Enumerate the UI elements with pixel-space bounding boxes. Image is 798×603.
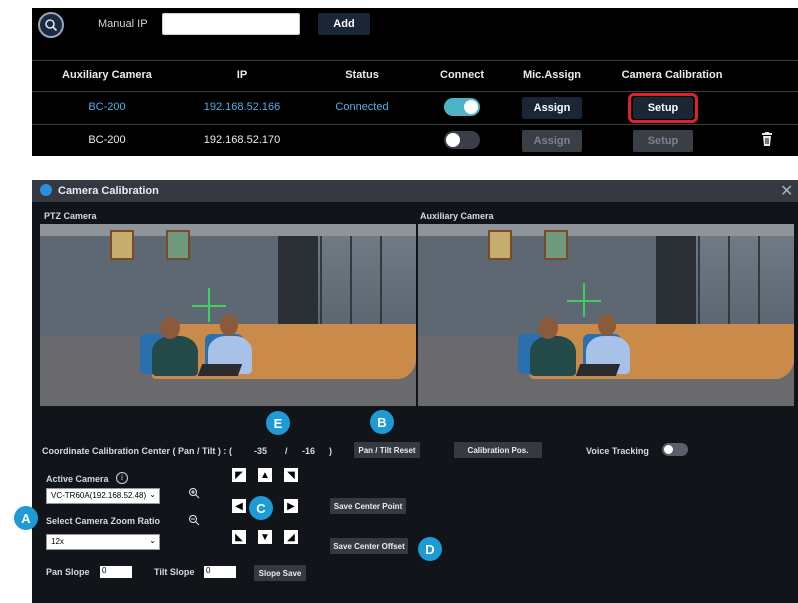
save-center-offset-button[interactable]: Save Center Offset — [330, 538, 408, 554]
zoom-out-icon[interactable] — [188, 513, 200, 531]
table-row: BC-200 192.168.52.170 Assign Setup — [32, 125, 798, 157]
active-camera-label: Active Camera — [46, 474, 109, 484]
arrow-left-icon[interactable]: ◀ — [232, 499, 246, 513]
setup-button[interactable]: Setup — [633, 130, 693, 152]
pan-slope-input[interactable]: 0 — [100, 566, 132, 578]
coord-label: Coordinate Calibration Center ( Pan / Ti… — [42, 446, 227, 456]
voice-tracking-toggle[interactable] — [662, 443, 688, 456]
zoom-ratio-label: Select Camera Zoom Ratio — [46, 516, 161, 526]
manual-ip-input[interactable] — [162, 13, 300, 35]
dialog-header: Camera Calibration ✕ — [32, 180, 798, 202]
callout-d: D — [418, 537, 442, 561]
ptz-camera-label: PTZ Camera — [44, 211, 97, 221]
arrow-down-right-icon[interactable]: ◢ — [284, 530, 298, 544]
arrow-down-left-icon[interactable]: ◣ — [232, 530, 246, 544]
table-row: BC-200 192.168.52.166 Connected Assign S… — [32, 92, 798, 125]
voice-tracking-label: Voice Tracking — [586, 446, 649, 456]
pan-slope-label: Pan Slope — [46, 567, 90, 577]
chevron-down-icon: ⌄ — [149, 536, 156, 545]
active-camera-value: VC-TR60A(192.168.52.48) — [51, 491, 147, 500]
col-camera-calibration: Camera Calibration — [621, 69, 723, 81]
zoom-in-icon[interactable] — [188, 486, 200, 504]
coord-slash: / — [285, 446, 288, 456]
aux-video — [418, 224, 794, 406]
manual-ip-label: Manual IP — [98, 18, 148, 30]
tilt-value: -16 — [302, 446, 316, 456]
calibration-dialog: Camera Calibration ✕ PTZ Camera Auxiliar… — [32, 180, 798, 603]
col-connect: Connect — [440, 69, 484, 81]
col-mic-assign: Mic.Assign — [522, 69, 582, 81]
zoom-ratio-value: 12x — [51, 537, 64, 546]
row-ip: 192.168.52.170 — [203, 134, 281, 146]
col-aux-camera: Auxiliary Camera — [62, 69, 152, 81]
coord-open: ( — [229, 446, 232, 456]
pan-value: -35 — [254, 446, 268, 456]
add-button[interactable]: Add — [318, 13, 370, 35]
connect-toggle[interactable] — [444, 98, 480, 116]
tilt-slope-input[interactable]: 0 — [204, 566, 236, 578]
arrow-up-left-icon[interactable]: ◤ — [232, 468, 246, 482]
arrow-right-icon[interactable]: ▶ — [284, 499, 298, 513]
table-header: Auxiliary Camera IP Status Connect Mic.A… — [32, 60, 798, 92]
close-icon[interactable]: ✕ — [780, 181, 793, 201]
slope-save-button[interactable]: Slope Save — [254, 565, 306, 581]
arrow-up-right-icon[interactable]: ◥ — [284, 468, 298, 482]
assign-button[interactable]: Assign — [522, 130, 582, 152]
callout-b: B — [370, 410, 394, 434]
row-ip: 192.168.52.166 — [203, 101, 281, 113]
coord-close: ) — [329, 446, 332, 456]
row-camera: BC-200 — [88, 101, 126, 113]
aux-camera-panel: Manual IP Add Auxiliary Camera IP Status… — [32, 8, 798, 156]
calibration-pos-button[interactable]: Calibration Pos. — [454, 442, 542, 458]
dialog-title: Camera Calibration — [58, 185, 159, 197]
camera-icon — [40, 184, 52, 196]
arrow-up-icon[interactable]: ▲ — [258, 468, 272, 482]
aux-camera-label: Auxiliary Camera — [420, 211, 494, 221]
col-ip: IP — [236, 69, 248, 81]
active-camera-select[interactable]: VC-TR60A(192.168.52.48) ⌄ — [46, 488, 160, 504]
search-logo-icon — [38, 12, 64, 38]
zoom-ratio-select[interactable]: 12x ⌄ — [46, 534, 160, 550]
setup-button[interactable]: Setup — [633, 97, 693, 119]
callout-a: A — [14, 506, 38, 530]
callout-e: E — [266, 411, 290, 435]
info-icon[interactable]: i — [116, 472, 128, 484]
assign-button[interactable]: Assign — [522, 97, 582, 119]
ptz-video — [40, 224, 416, 406]
chevron-down-icon: ⌄ — [149, 490, 156, 499]
col-status: Status — [345, 69, 379, 81]
tilt-slope-label: Tilt Slope — [154, 567, 195, 577]
arrow-down-icon[interactable]: ▼ — [258, 530, 272, 544]
row-camera: BC-200 — [88, 134, 126, 146]
pan-tilt-reset-button[interactable]: Pan / Tilt Reset — [354, 442, 420, 458]
row-status: Connected — [335, 101, 389, 113]
connect-toggle[interactable] — [444, 131, 480, 149]
save-center-point-button[interactable]: Save Center Point — [330, 498, 406, 514]
delete-icon[interactable] — [761, 132, 773, 151]
callout-c: C — [249, 496, 273, 520]
